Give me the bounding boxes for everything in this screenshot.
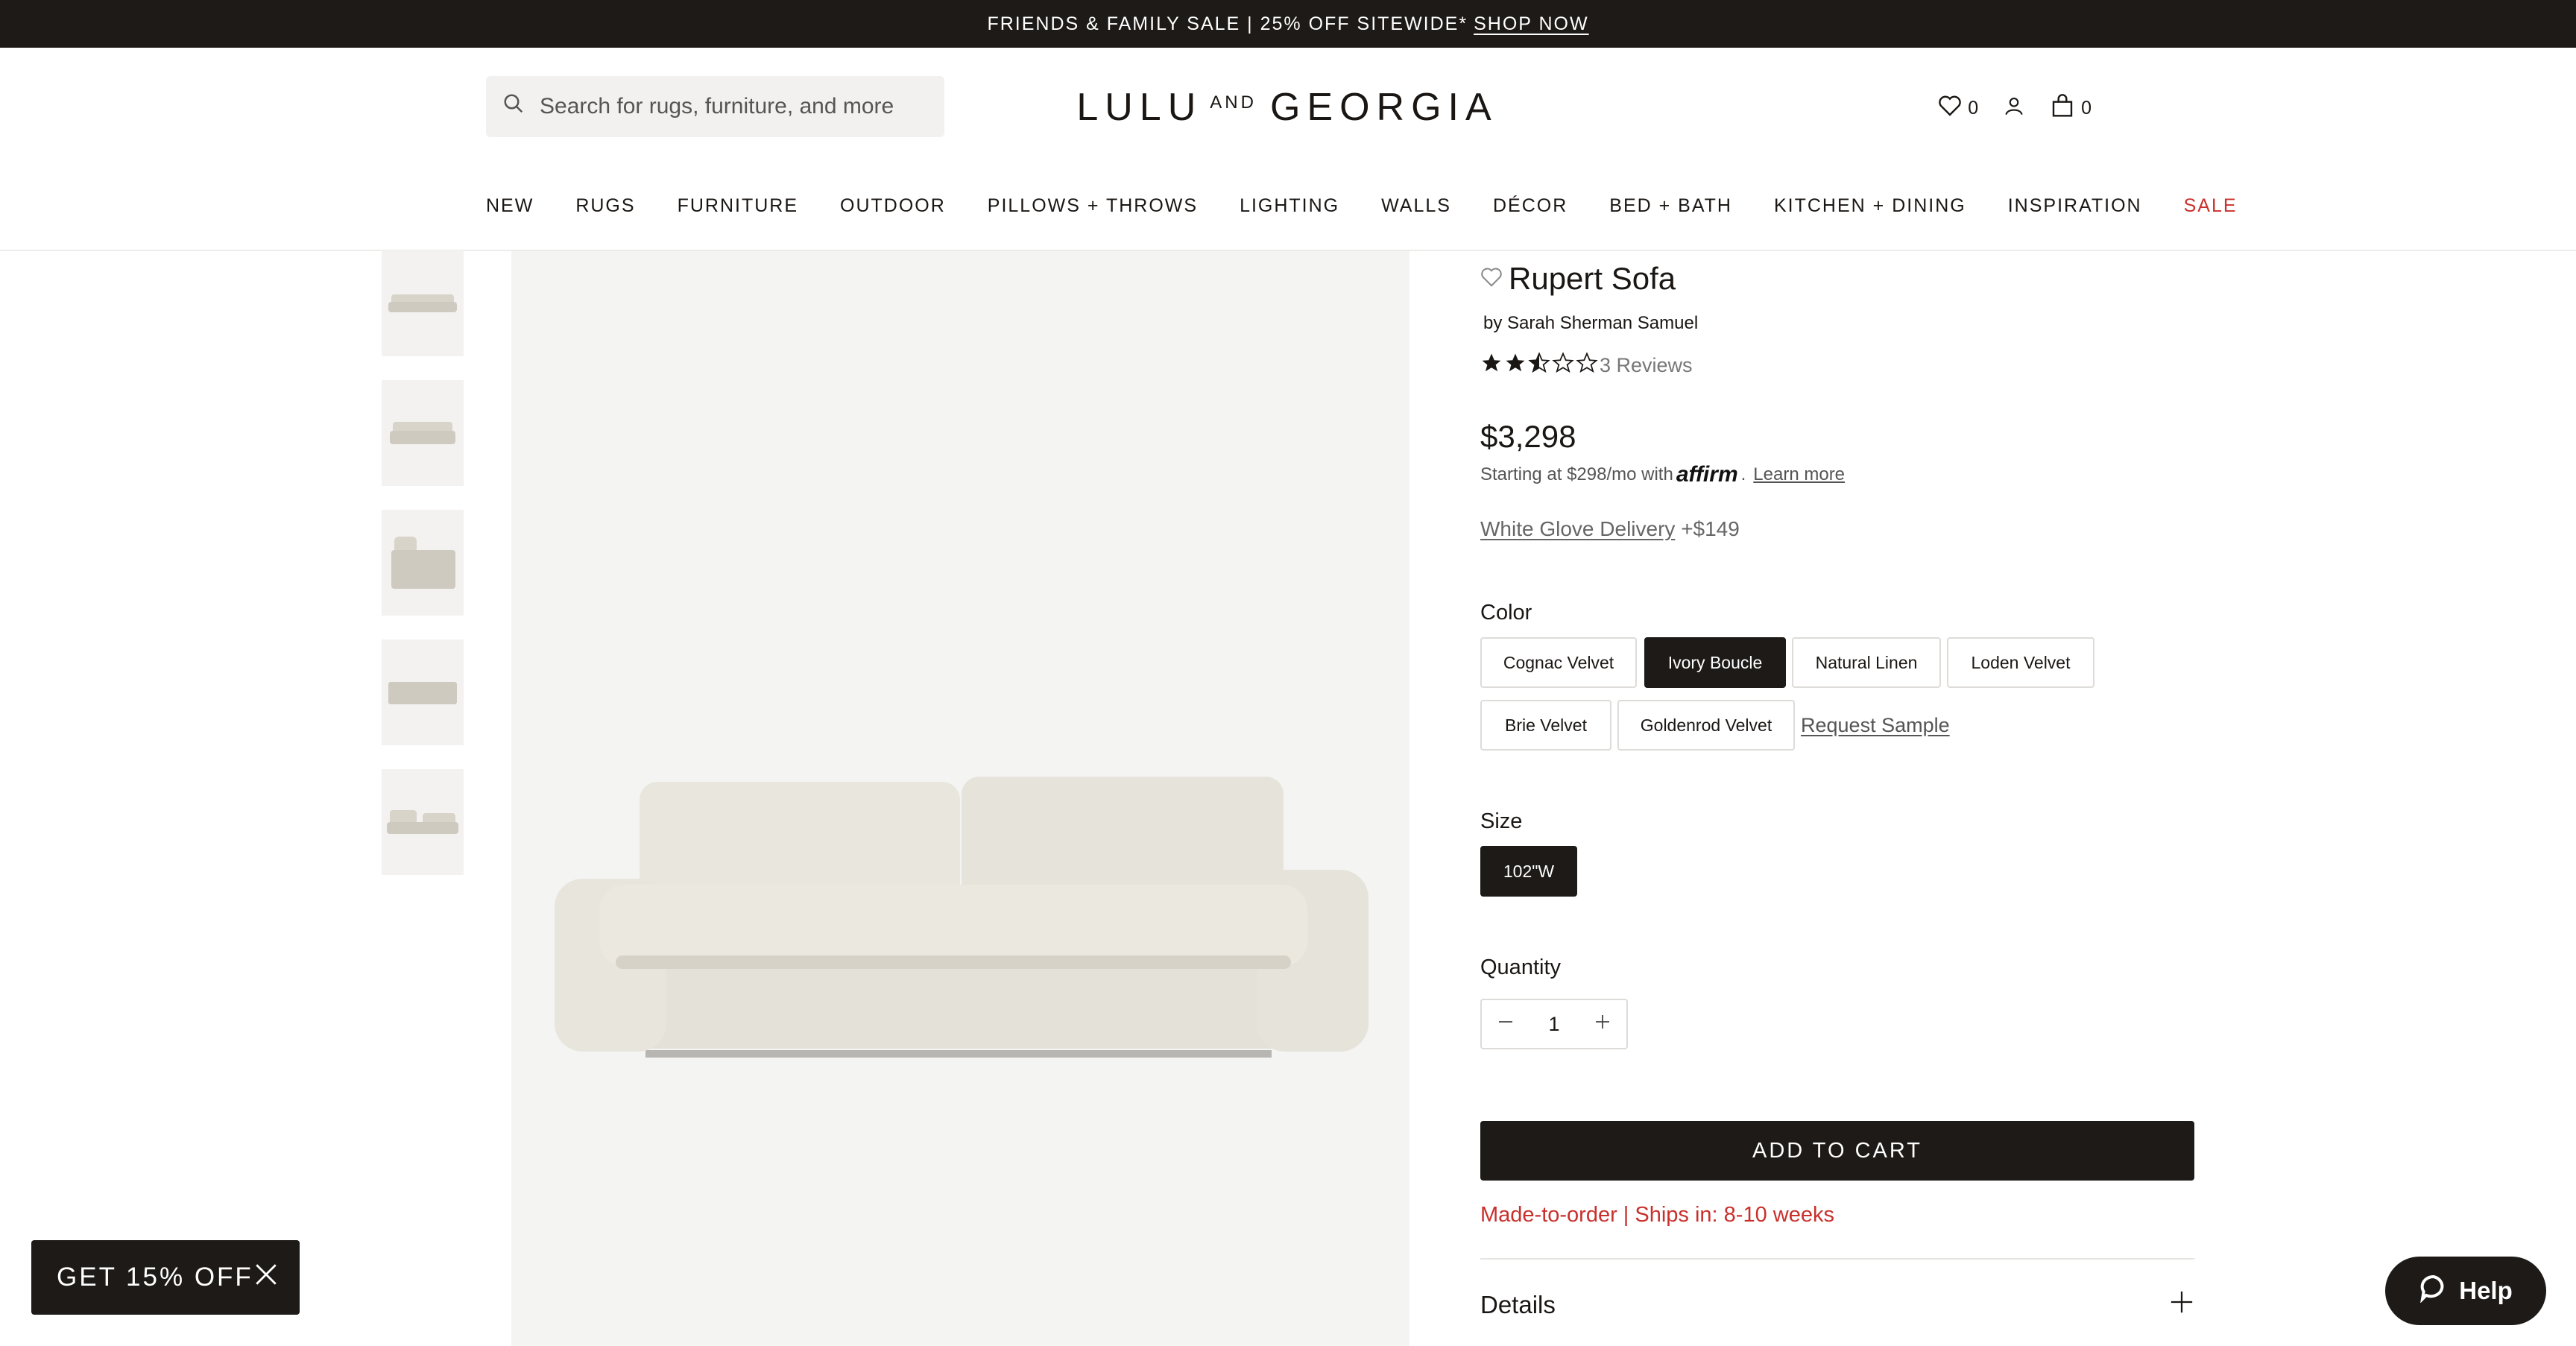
- nav-item-furniture[interactable]: FURNITURE: [678, 195, 798, 217]
- white-glove-delivery-link[interactable]: White Glove Delivery: [1480, 517, 1675, 540]
- star-empty-icon: [1576, 352, 1598, 379]
- learn-more-link[interactable]: Learn more: [1753, 464, 1845, 485]
- thumbnail-4[interactable]: [382, 639, 464, 745]
- sofa-illustration: [555, 777, 1368, 1058]
- nav-item-bed-bath[interactable]: BED + BATH: [1609, 195, 1732, 217]
- details-label: Details: [1480, 1291, 1556, 1318]
- cart-count: 0: [2081, 97, 2092, 119]
- quantity-stepper: 1: [1480, 999, 1628, 1049]
- search-input[interactable]: Search for rugs, furniture, and more: [486, 76, 944, 137]
- star-half-icon: [1528, 352, 1550, 379]
- nav-item-rugs[interactable]: RUGS: [575, 195, 635, 217]
- color-option-brie-velvet[interactable]: Brie Velvet: [1480, 700, 1611, 751]
- plus-icon[interactable]: [2169, 1289, 2194, 1321]
- size-label: Size: [1480, 809, 1523, 833]
- add-to-cart-button[interactable]: ADD TO CART: [1480, 1121, 2194, 1181]
- wishlist-count: 0: [1968, 97, 1979, 119]
- product-designer[interactable]: by Sarah Sherman Samuel: [1483, 313, 1698, 334]
- quantity-label: Quantity: [1480, 955, 1561, 979]
- nav-item-walls[interactable]: WALLS: [1381, 195, 1451, 217]
- size-option-102w[interactable]: 102"W: [1480, 846, 1577, 897]
- thumbnail-3[interactable]: [382, 510, 464, 616]
- product-title-row: Rupert Sofa: [1480, 261, 1676, 297]
- bag-icon: [2050, 93, 2075, 123]
- main-nav: NEW RUGS FURNITURE OUTDOOR PILLOWS + THR…: [486, 195, 2238, 217]
- thumbnail-1[interactable]: [382, 250, 464, 356]
- nav-item-sale[interactable]: SALE: [2184, 195, 2238, 217]
- site-logo[interactable]: LULU AND GEORGIA: [1067, 83, 1507, 131]
- color-option-loden-velvet[interactable]: Loden Velvet: [1947, 637, 2094, 688]
- color-option-cognac-velvet[interactable]: Cognac Velvet: [1480, 637, 1637, 688]
- nav-item-decor[interactable]: DÉCOR: [1493, 195, 1568, 217]
- rating[interactable]: 3 Reviews: [1480, 352, 1693, 379]
- wishlist-button[interactable]: 0: [1938, 95, 1978, 122]
- search-placeholder: Search for rugs, furniture, and more: [540, 94, 894, 119]
- nav-item-kitchen-dining[interactable]: KITCHEN + DINING: [1774, 195, 1966, 217]
- close-icon[interactable]: [253, 1262, 279, 1294]
- nav-item-outdoor[interactable]: OUTDOOR: [840, 195, 946, 217]
- thumbnail-2[interactable]: [382, 380, 464, 486]
- nav-item-pillows-throws[interactable]: PILLOWS + THROWS: [988, 195, 1198, 217]
- details-accordion[interactable]: Details: [1480, 1289, 2194, 1321]
- heart-icon[interactable]: [1480, 267, 1503, 291]
- financing-text: Starting at $298/mo with: [1480, 464, 1673, 484]
- help-button[interactable]: Help: [2385, 1257, 2546, 1325]
- quantity-value[interactable]: 1: [1548, 1013, 1559, 1036]
- star-empty-icon: [1552, 352, 1574, 379]
- color-option-goldenrod-velvet[interactable]: Goldenrod Velvet: [1617, 700, 1795, 751]
- nav-item-lighting[interactable]: LIGHTING: [1240, 195, 1339, 217]
- shipping-info: Made-to-order | Ships in: 8-10 weeks: [1480, 1203, 1834, 1227]
- promo-text[interactable]: GET 15% OFF: [57, 1263, 253, 1292]
- reviews-link[interactable]: 3 Reviews: [1600, 354, 1693, 377]
- plus-icon[interactable]: [1594, 1013, 1611, 1036]
- thumbnail-5[interactable]: [382, 769, 464, 875]
- color-label: Color: [1480, 601, 1532, 625]
- delivery-info: White Glove Delivery +$149: [1480, 517, 1740, 541]
- product-title: Rupert Sofa: [1509, 261, 1676, 296]
- star-icon: [1504, 352, 1527, 379]
- cart-button[interactable]: 0: [2050, 93, 2092, 123]
- delivery-price: +$149: [1681, 517, 1740, 540]
- user-icon: [2004, 95, 2024, 122]
- product-price: $3,298: [1480, 419, 1576, 454]
- affirm-logo: affirm: [1676, 462, 1738, 487]
- announcement-text: FRIENDS & FAMILY SALE | 25% OFF SITEWIDE…: [987, 13, 1468, 34]
- account-button[interactable]: [2004, 95, 2024, 122]
- minus-icon[interactable]: [1497, 1013, 1515, 1036]
- announcement-bar: FRIENDS & FAMILY SALE | 25% OFF SITEWIDE…: [0, 0, 2576, 48]
- promo-banner[interactable]: GET 15% OFF: [31, 1240, 300, 1315]
- star-icon: [1480, 352, 1503, 379]
- financing-info: Starting at $298/mo with affirm. Learn m…: [1480, 462, 1846, 487]
- request-sample-link[interactable]: Request Sample: [1801, 714, 1950, 737]
- search-icon: [502, 92, 525, 121]
- nav-item-new[interactable]: NEW: [486, 195, 534, 217]
- nav-item-inspiration[interactable]: INSPIRATION: [2008, 195, 2142, 217]
- chat-icon: [2419, 1273, 2449, 1309]
- help-label: Help: [2459, 1277, 2513, 1304]
- details-divider: [1480, 1258, 2194, 1260]
- product-main-image[interactable]: [511, 251, 1409, 1346]
- heart-icon: [1938, 95, 1962, 122]
- shop-now-link[interactable]: SHOP NOW: [1474, 13, 1588, 35]
- color-option-ivory-boucle[interactable]: Ivory Boucle: [1644, 637, 1786, 688]
- color-option-natural-linen[interactable]: Natural Linen: [1792, 637, 1941, 688]
